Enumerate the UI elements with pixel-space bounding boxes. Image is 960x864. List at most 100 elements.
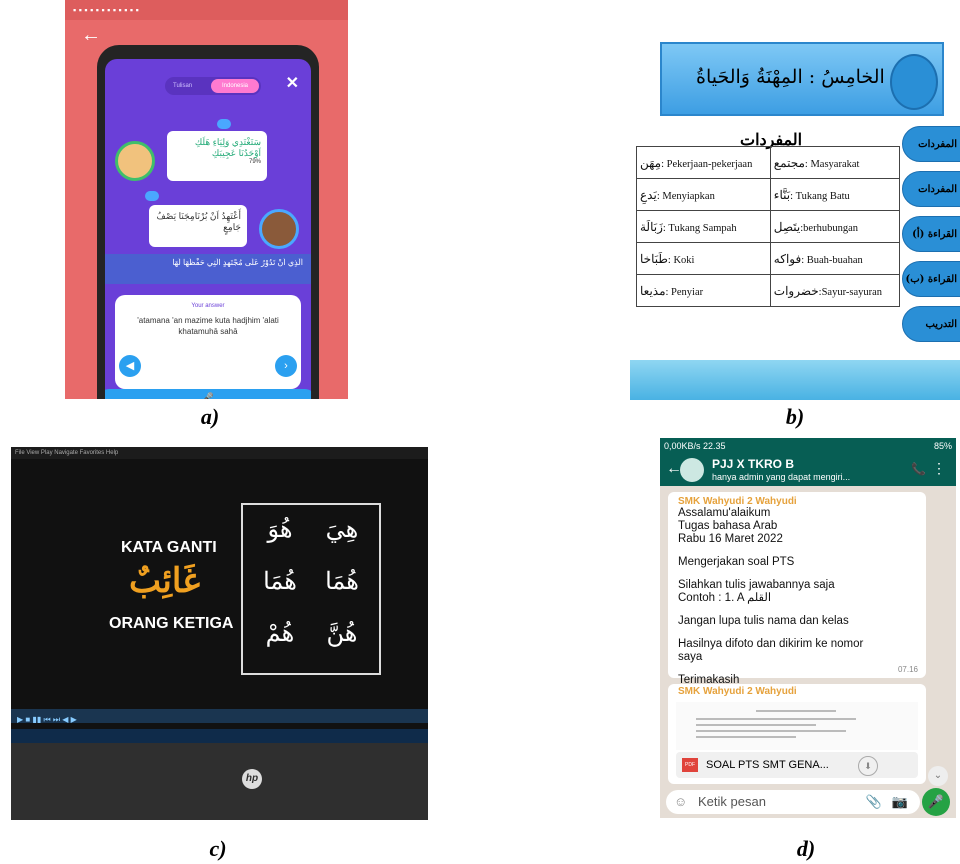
scroll-down-icon[interactable]: ⌄ (928, 766, 948, 786)
vocab-arabic: مجتمع (773, 155, 805, 170)
slide-nav-tab[interactable]: المفردات (ب) (902, 171, 960, 231)
pronoun-grid: هِيَ هُوَ هُمَا هُمَا هُنَّ هُمْ (241, 503, 381, 675)
pdf-icon: PDF (682, 758, 698, 772)
pronoun: هُمَا (263, 567, 297, 595)
message-line: Contoh : 1. A القلم (678, 592, 772, 604)
player-controls[interactable]: ▶ ■ ▮▮ ⏮ ⏭ ◀ ▶ (11, 709, 428, 724)
ghaib-text: غَائِبٌ (129, 561, 200, 601)
panel-a-language-app: ▪ ▪ ▪ ▪ ▪ ▪ ▪ ▪ ▪ ▪ ▪ ▪ ← Tulisan Indone… (65, 0, 348, 399)
app-screen: Tulisan Indonesia ✕ سَتَغْتَدِي وَلِيَاء… (105, 59, 311, 399)
vocab-arabic: خضروات (773, 283, 819, 298)
message-input[interactable]: ☺ Ketik pesan 📎 📷 (666, 790, 920, 814)
vocab-cell: مجتمع: Masyarakat (769, 146, 901, 179)
bubble-1-score: 79% (248, 159, 261, 165)
group-avatar[interactable] (680, 458, 704, 482)
player-menu-bar[interactable]: File View Play Navigate Favorites Help (11, 447, 428, 459)
slide-footer-bar (630, 360, 960, 400)
message-line: Silahkan tulis jawabannya saja (678, 579, 835, 591)
message-time: 07.16 (897, 665, 918, 674)
panel-c-video: File View Play Navigate Favorites Help K… (11, 447, 428, 820)
answer-header: Your answer (191, 303, 225, 309)
avatar-boy (259, 209, 299, 249)
orang-ketiga-text: ORANG KETIGA (109, 615, 234, 632)
slide-nav-tab[interactable]: المفردات (أ) (902, 126, 960, 186)
chat-header: ← PJJ X TKRO B hanya admin yang dapat me… (660, 454, 956, 486)
caption-d: d) (796, 836, 816, 861)
message-gap (678, 605, 916, 615)
message-gap (678, 546, 916, 556)
message-line: Tugas bahasa Arab (678, 520, 778, 532)
message-line: Jangan lupa tulis nama dan kelas (678, 615, 849, 627)
vocab-cell: طَبَاخا: Koki (636, 242, 771, 275)
answer-card: Your answer 'atamana 'an mazime kuta had… (115, 295, 301, 389)
vocab-cell: زَبَالَة: Tukang Sampah (636, 210, 771, 243)
emoji-icon[interactable]: ☺ (674, 790, 687, 814)
slide-nav-tab[interactable]: القراءة (أ) (902, 216, 960, 252)
slide-nav-tab[interactable]: التدريب (902, 306, 960, 342)
back-arrow-icon[interactable]: ← (81, 24, 101, 47)
vocab-cell: فواكه: Buah-buahan (769, 242, 901, 275)
vocab-cell: يَدعِ: Menyiapkan (636, 178, 771, 211)
message-gap (678, 664, 916, 674)
vocab-meaning: : Penyiar (665, 286, 704, 298)
attach-icon[interactable]: 📎 (866, 790, 882, 814)
laptop-bezel (11, 743, 428, 820)
message-sender: SMK Wahyudi 2 Wahyudi (678, 686, 797, 697)
file-attachment[interactable]: PDF SOAL PTS SMT GENA... ⬇ (676, 752, 918, 778)
avatar-girl (115, 141, 155, 181)
slide-nav-tab[interactable]: القراءة (ب) (902, 261, 960, 297)
next-button[interactable]: › (275, 355, 297, 377)
speaker-icon[interactable] (145, 191, 159, 201)
vocab-meaning: : Buah-buahan (801, 254, 863, 266)
pronoun: هُمْ (265, 619, 295, 647)
message-line: Rabu 16 Maret 2022 (678, 533, 783, 545)
play-audio-button[interactable]: ◀ (119, 355, 141, 377)
vocab-cell: مِهَن: Pekerjaan-pekerjaan (636, 146, 771, 179)
answer-text: 'atamana 'an mazime kuta hadjhim 'alati … (137, 316, 279, 336)
more-menu-icon[interactable]: ⋮ (932, 460, 946, 477)
message-line: saya (678, 651, 703, 663)
panel-b-slide: البابُ الخامِسُ : المِهْنَةُ وَالحَياةُ … (630, 38, 960, 400)
close-icon[interactable]: ✕ (286, 73, 299, 93)
play-icon[interactable]: ▶ ■ ▮▮ ⏮ ⏭ ◀ ▶ (17, 715, 77, 724)
pronoun: هِيَ (325, 515, 359, 543)
camera-icon[interactable]: 📷 (892, 790, 908, 814)
file-message-bubble: SMK Wahyudi 2 Wahyudi PDF SOAL PTS SMT G… (668, 684, 926, 784)
vocab-meaning: : Pekerjaan-pekerjaan (661, 158, 753, 170)
language-toggle[interactable]: Tulisan Indonesia (165, 77, 261, 95)
vocab-meaning: : Menyiapkan (656, 190, 715, 202)
vocab-arabic: بَنَّاء (773, 187, 791, 202)
vocab-arabic: مذيعا (640, 283, 666, 298)
vocab-arabic: يَدعِ (640, 187, 657, 202)
vocab-cell: يتَصِل:berhubungan (769, 210, 901, 243)
message-gap (678, 569, 916, 579)
download-icon[interactable]: ⬇ (858, 756, 878, 776)
vocab-meaning: :berhubungan (800, 222, 859, 234)
vocab-row: زَبَالَة: Tukang Sampah يتَصِل:berhubunga… (636, 210, 901, 243)
toggle-right-label[interactable]: Indonesia (211, 79, 259, 93)
vocab-meaning: : Masyarakat (804, 158, 860, 170)
mic-button[interactable]: 🎤 (105, 389, 311, 399)
strip-arabic: اَلَّذِي اَنْ تَدُوْرُ عَلَى مُجْتَهِدٍ … (172, 258, 303, 267)
pdf-thumbnail[interactable] (676, 702, 918, 750)
caption-b: b) (785, 404, 805, 429)
file-name: SOAL PTS SMT GENA... (706, 759, 829, 771)
add-call-icon[interactable]: 📞 (911, 462, 926, 476)
group-name[interactable]: PJJ X TKRO B (712, 457, 794, 471)
laptop-screen: File View Play Navigate Favorites Help K… (11, 447, 428, 745)
vocab-row: مذيعا: Penyiar خضروات:Sayur-sayuran (636, 274, 901, 307)
message-sender: SMK Wahyudi 2 Wahyudi (678, 496, 797, 507)
status-bar: ▪ ▪ ▪ ▪ ▪ ▪ ▪ ▪ ▪ ▪ ▪ ▪ (65, 0, 348, 20)
speaker-icon[interactable] (217, 119, 231, 129)
vocab-arabic: زَبَالَة (640, 219, 663, 234)
vocab-cell: مذيعا: Penyiar (636, 274, 771, 307)
bubble-2-text: أَعْتَهِدُ اَنْ بُرْنَامِجَنَا يَصْفُ جَ… (156, 211, 241, 232)
message-line: Assalamu'alaikum (678, 507, 771, 519)
toggle-left-label[interactable]: Tulisan (173, 77, 192, 95)
vocab-row: مِهَن: Pekerjaan-pekerjaan مجتمع: Masyara… (636, 146, 901, 179)
phone-status-bar: 0,00KB/s 22.35 85% (660, 438, 956, 454)
vocab-meaning: :Sayur-sayuran (818, 286, 883, 298)
pronoun: هُمَا (325, 567, 359, 595)
caption-c: c) (209, 836, 227, 861)
voice-message-button[interactable]: 🎤 (922, 788, 950, 816)
